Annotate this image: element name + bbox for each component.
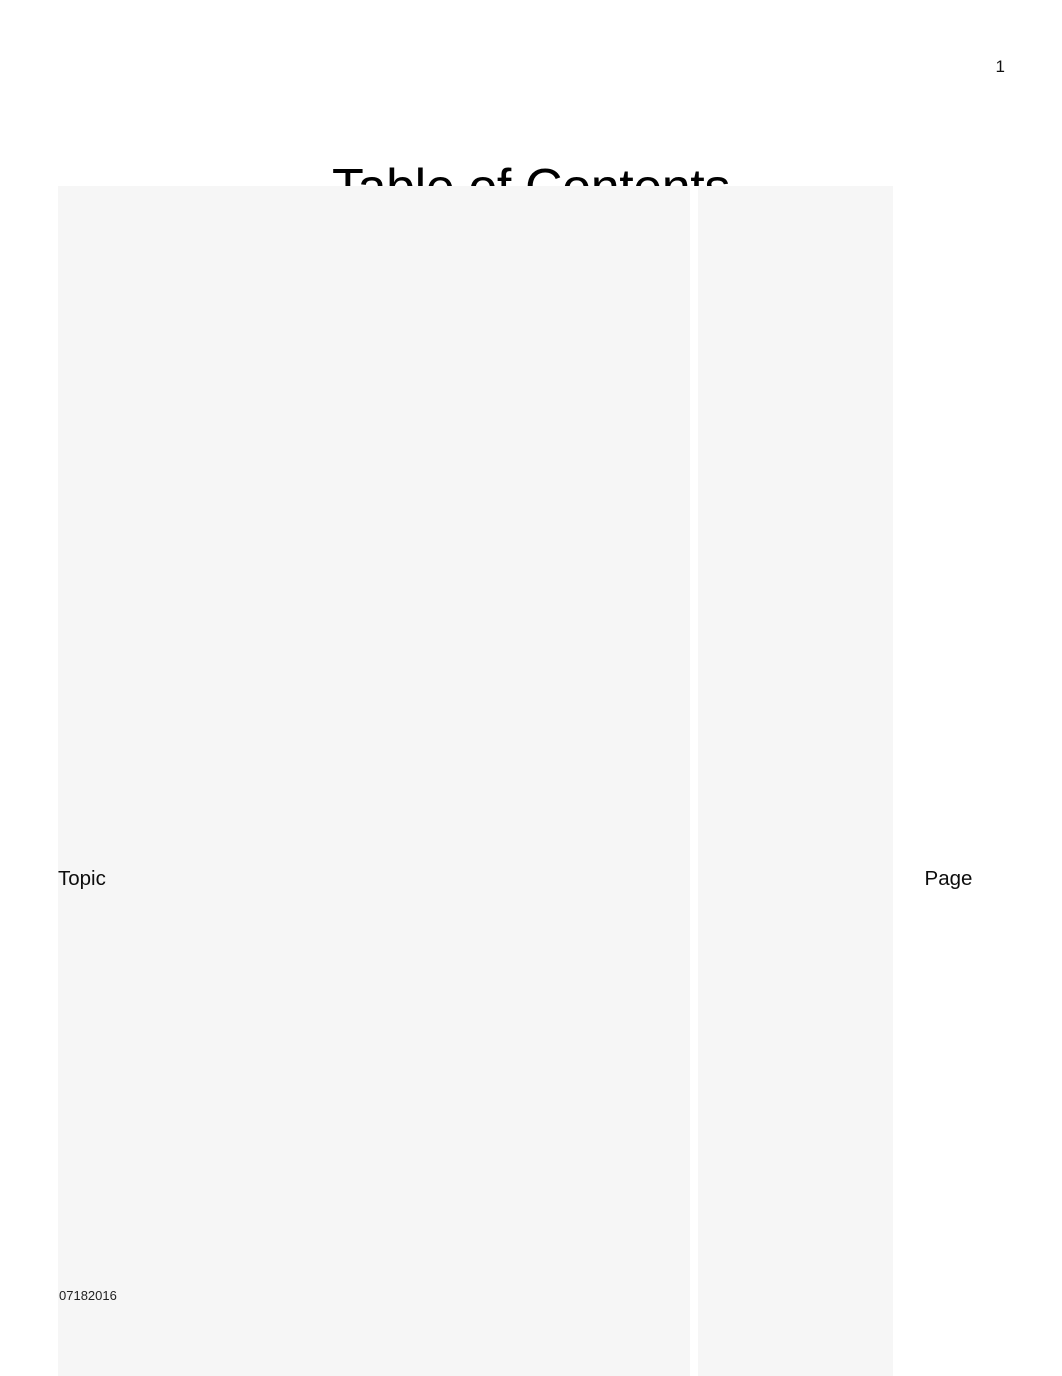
footer-date: 07182016 [59,1288,117,1303]
column-header-reference [698,186,893,1376]
table-of-contents: Topic Page Periodic table with the names… [58,186,996,1376]
document-page: 1 Table of Contents Topic Page Periodic … [0,0,1062,1376]
column-separator-2 [893,186,901,1376]
column-header-topic: Topic [58,866,106,890]
column-header-page: Page [901,186,996,1376]
toc-table: Topic Page Periodic table with the names… [58,186,996,1376]
column-separator-1 [690,186,698,1376]
table-header-row: Topic Page [58,186,996,1376]
page-number: 1 [995,57,1005,76]
toc-table-header: Topic Page [58,186,996,1376]
